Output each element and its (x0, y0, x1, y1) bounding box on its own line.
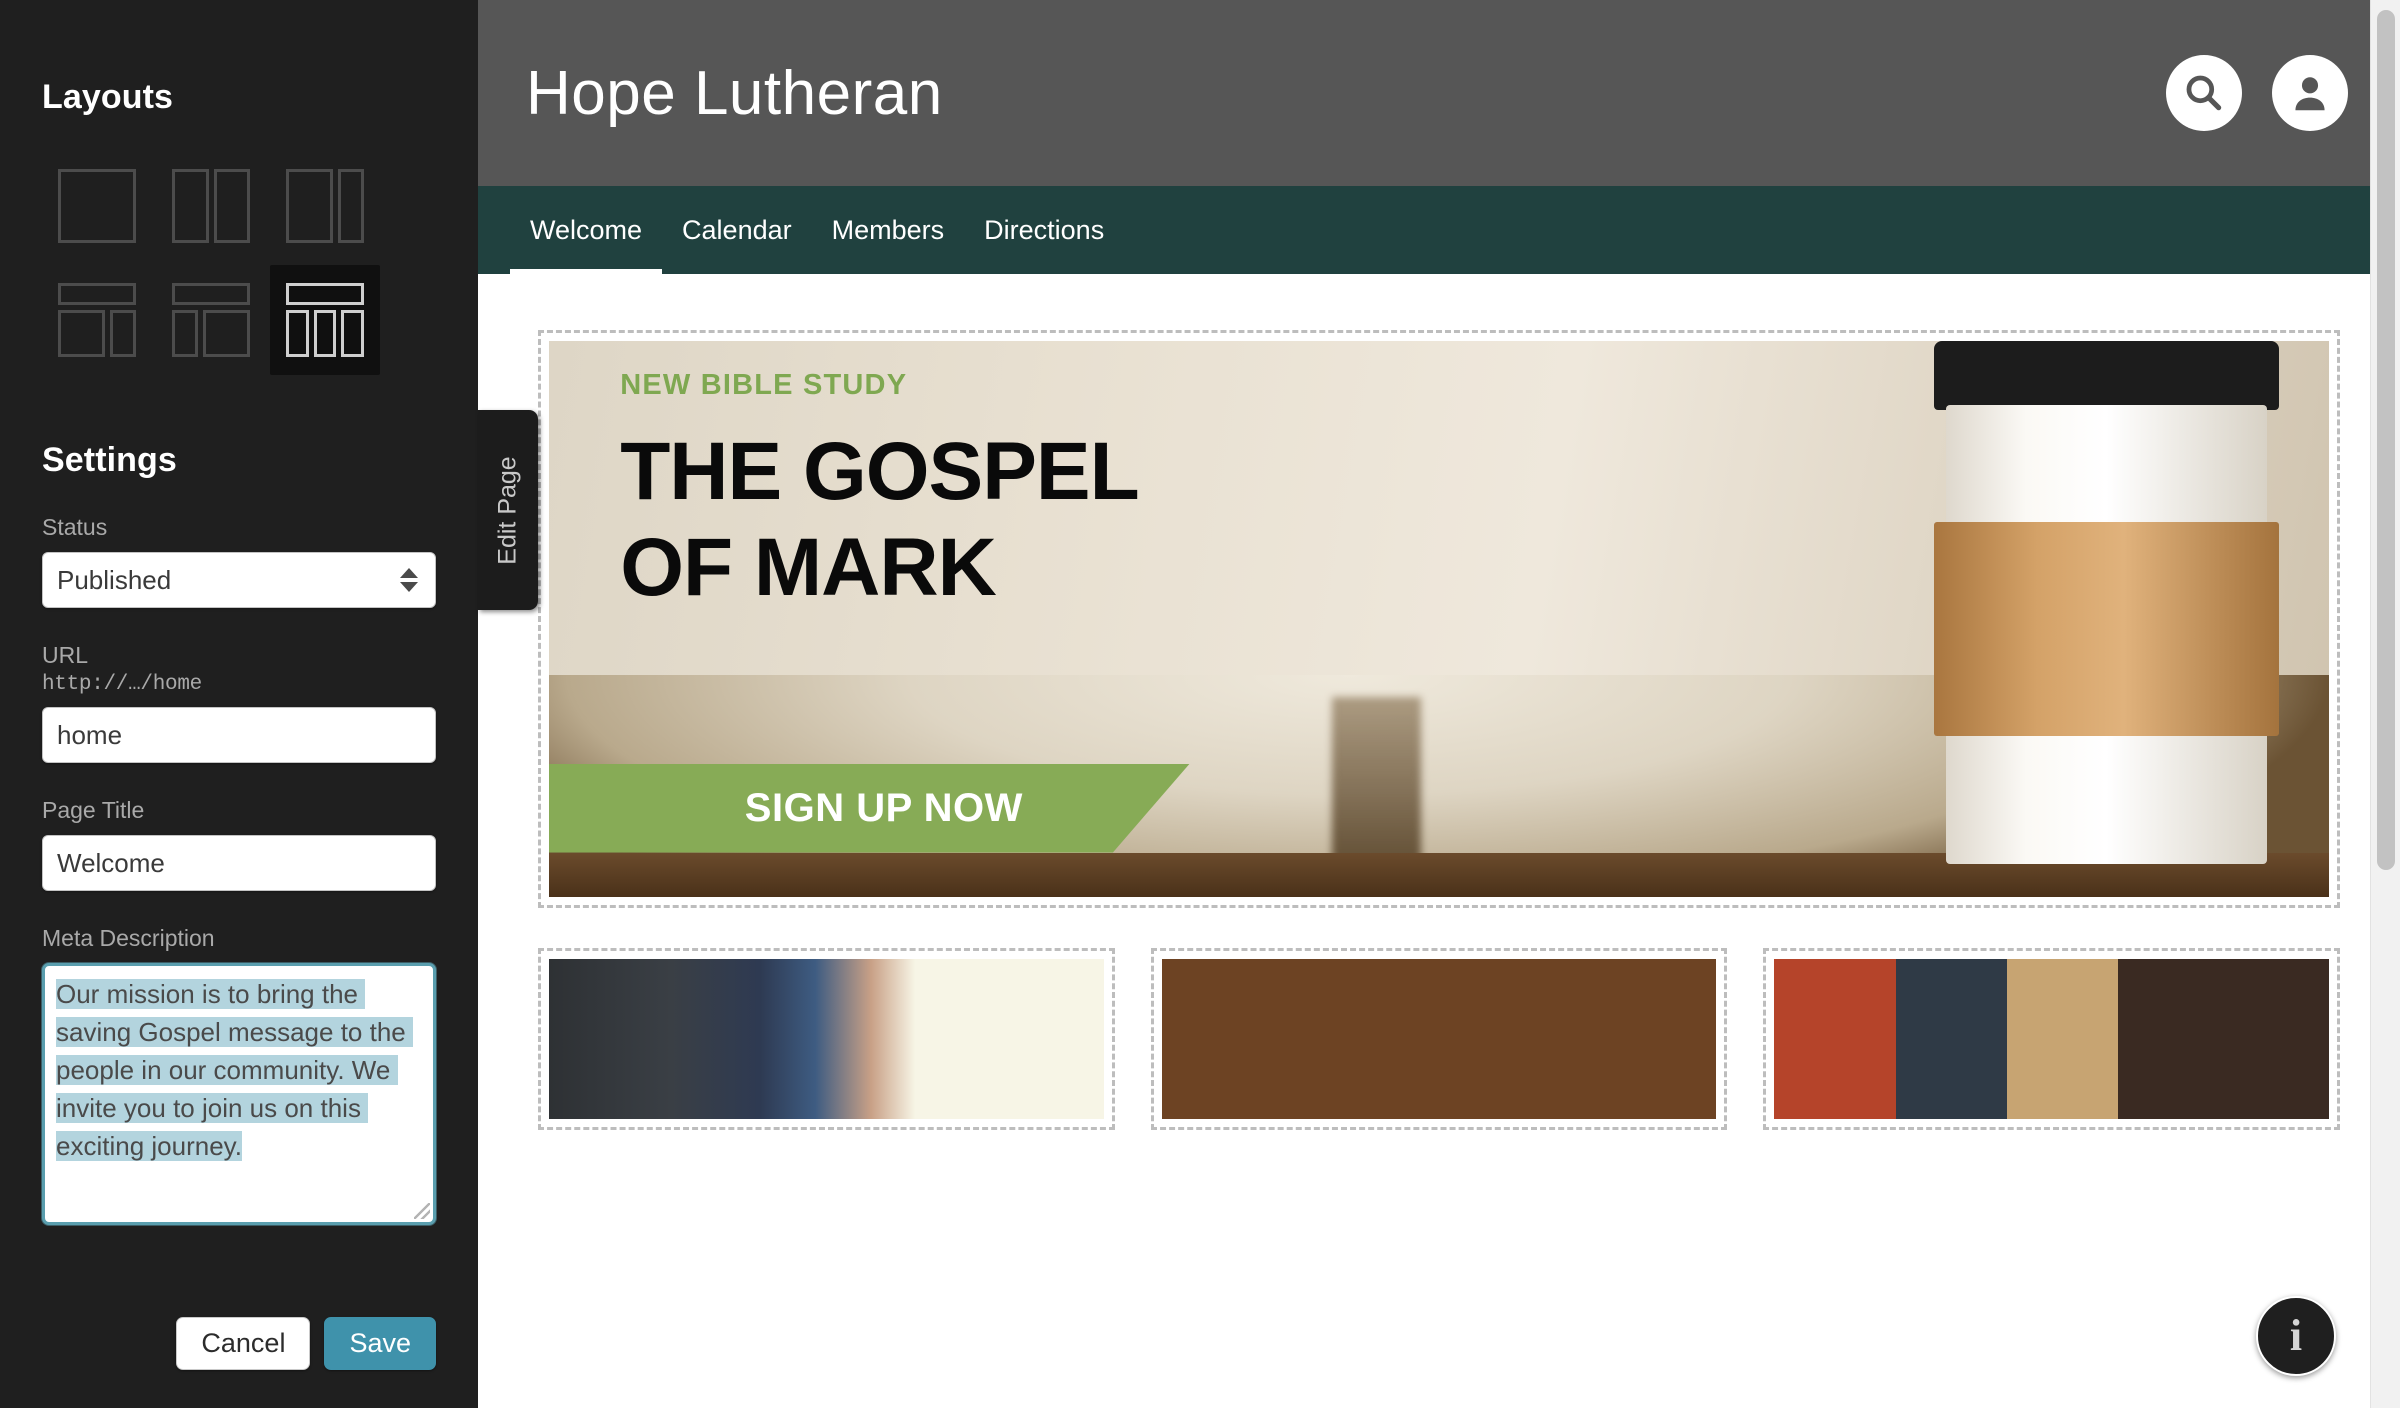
status-select[interactable]: Published (42, 552, 436, 608)
layouts-heading: Layouts (42, 78, 174, 116)
column-block-1[interactable] (538, 948, 1115, 1130)
meta-description-textarea[interactable]: Our mission is to bring the saving Gospe… (42, 963, 436, 1225)
header-actions (2166, 55, 2348, 131)
hero-banner-image: NEW BIBLE STUDY THE GOSPEL OF MARK SIGN … (549, 341, 2329, 897)
hero-kicker: NEW BIBLE STUDY (620, 368, 908, 401)
thumbnail-people (1774, 959, 2330, 1119)
cancel-button[interactable]: Cancel (176, 1317, 311, 1370)
nav-item-directions[interactable]: Directions (964, 186, 1124, 274)
url-preview-text: http://…/home (42, 673, 202, 696)
hero-block[interactable]: NEW BIBLE STUDY THE GOSPEL OF MARK SIGN … (538, 330, 2340, 908)
hero-text: NEW BIBLE STUDY THE GOSPEL OF MARK (620, 368, 1140, 616)
hero-cta-label: SIGN UP NOW (744, 785, 1023, 830)
search-button[interactable] (2166, 55, 2242, 131)
nav-item-label: Members (831, 214, 945, 245)
nav-item-label: Calendar (682, 214, 792, 245)
layout-option-two-equal-columns[interactable] (156, 151, 266, 261)
edit-page-tab[interactable]: Edit Page (478, 410, 538, 610)
meta-description-selected-text: Our mission is to bring the saving Gospe… (56, 979, 413, 1161)
scrollbar-thumb[interactable] (2377, 10, 2395, 870)
nav-item-label: Welcome (530, 214, 643, 245)
url-label: URL (42, 642, 89, 668)
layout-options-grid (42, 151, 436, 375)
hero-cta-ribbon[interactable]: SIGN UP NOW (549, 763, 1190, 853)
layout-option-wide-plus-narrow-columns[interactable] (270, 151, 380, 261)
nav-item-label: Directions (984, 214, 1105, 245)
status-label: Status (42, 514, 108, 540)
page-editor-sidebar: Layouts Settings Status Published URL ht… (0, 0, 478, 1408)
meta-description-label: Meta Description (42, 925, 215, 951)
layout-option-header-with-narrow-wide[interactable] (156, 265, 266, 375)
layout-option-header-with-wide-narrow[interactable] (42, 265, 152, 375)
layout-option-single-column[interactable] (42, 151, 152, 261)
column-block-2[interactable] (1150, 948, 1728, 1130)
status-select-wrapper: Published (42, 552, 436, 608)
site-preview: Hope Lutheran Welcome Calendar Members D… (478, 0, 2400, 1408)
thumbnail-person (549, 959, 1104, 1119)
nav-item-members[interactable]: Members (812, 186, 965, 274)
page-title-label: Page Title (42, 797, 145, 823)
info-button[interactable]: i (2256, 1296, 2336, 1376)
vertical-scrollbar[interactable] (2370, 0, 2400, 1408)
account-button[interactable] (2272, 55, 2348, 131)
url-slug-input[interactable] (42, 707, 436, 763)
hero-title-line-1: THE GOSPEL (620, 425, 1140, 517)
site-navigation: Welcome Calendar Members Directions (478, 186, 2400, 274)
edit-page-tab-label: Edit Page (493, 455, 522, 565)
info-icon: i (2289, 1311, 2303, 1360)
coffee-cup-graphic (1911, 341, 2303, 875)
site-body: NEW BIBLE STUDY THE GOSPEL OF MARK SIGN … (478, 274, 2400, 1408)
search-icon (2186, 75, 2222, 111)
hero-title-line-2: OF MARK (620, 521, 997, 613)
layout-option-header-with-three-columns[interactable] (270, 265, 380, 375)
three-column-row (538, 948, 2341, 1130)
page-title-input[interactable] (42, 835, 436, 891)
column-block-3[interactable] (1763, 948, 2341, 1130)
nav-item-calendar[interactable]: Calendar (662, 186, 812, 274)
settings-heading: Settings (42, 441, 177, 479)
nav-item-welcome[interactable]: Welcome (510, 186, 663, 274)
meta-description-text-content: Our mission is to bring the saving Gospe… (56, 975, 428, 1165)
save-button[interactable]: Save (324, 1317, 436, 1370)
account-icon (2295, 77, 2325, 111)
thumbnail-food (1161, 959, 1717, 1119)
site-header: Hope Lutheran (478, 0, 2400, 186)
resize-handle-icon[interactable] (414, 1203, 430, 1219)
editor-actions: Cancel Save (42, 1317, 436, 1370)
app-root: Layouts Settings Status Published URL ht… (0, 0, 2400, 1408)
site-title: Hope Lutheran (526, 58, 943, 128)
